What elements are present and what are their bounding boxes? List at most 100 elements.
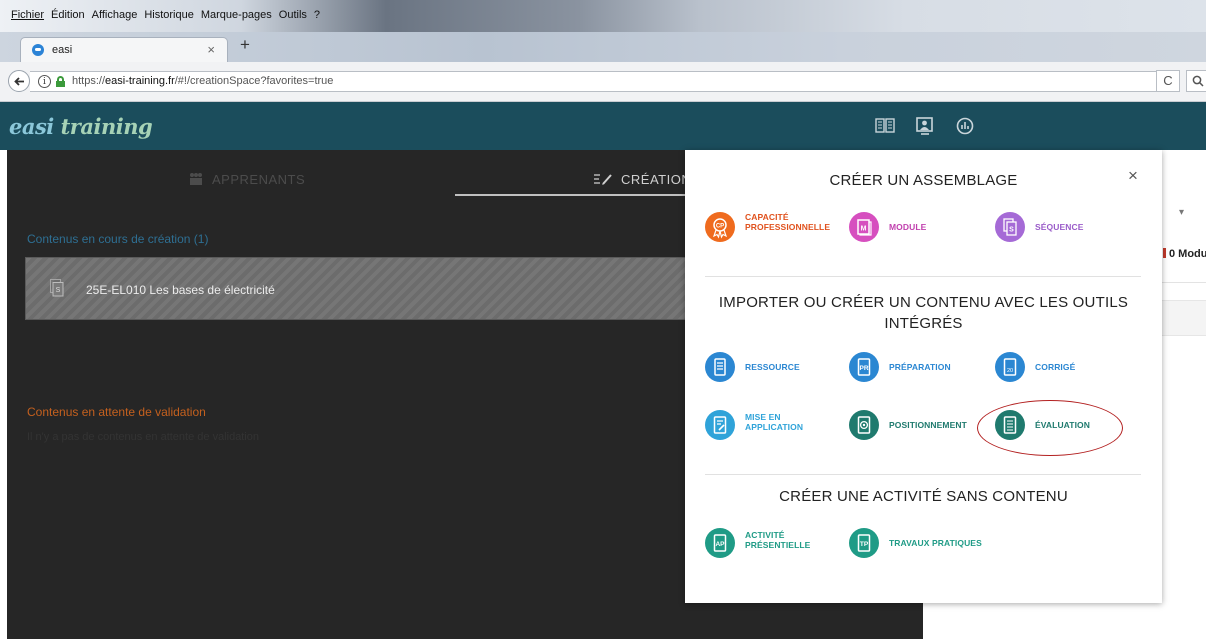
- tab-apprenants-label: APPRENANTS: [212, 172, 306, 187]
- option-corrige[interactable]: 20 CORRIGÉ: [995, 352, 1105, 384]
- capacite-label-line2: PROFESSIONNELLE: [745, 222, 831, 232]
- option-capacite-professionnelle[interactable]: CP CAPACITÉ PROFESSIONNELLE: [705, 212, 830, 244]
- ressource-label: RESSOURCE: [745, 362, 800, 372]
- option-ressource[interactable]: RESSOURCE: [705, 352, 815, 384]
- option-mise-en-application[interactable]: MISE EN APPLICATION: [705, 410, 815, 446]
- capacite-icon: CP: [705, 212, 735, 242]
- content-list-item[interactable]: S 25E-EL010 Les bases de électricité: [25, 257, 725, 320]
- contenu-title-line2: INTÉGRÉS: [884, 315, 963, 332]
- svg-text:S: S: [1009, 227, 1014, 234]
- option-positionnement[interactable]: POSITIONNEMENT: [849, 410, 979, 442]
- option-sequence[interactable]: S SÉQUENCE: [995, 212, 1105, 244]
- menu-historique[interactable]: Historique: [144, 9, 194, 21]
- create-modal: × CRÉER UN ASSEMBLAGE CP CAPACITÉ PROFESS…: [685, 150, 1162, 603]
- tab-close-icon[interactable]: ×: [207, 42, 215, 57]
- module-count: 0 Modu: [1163, 248, 1206, 260]
- assemblage-title: CRÉER UN ASSEMBLAGE: [829, 172, 1018, 189]
- modal-divider: [705, 474, 1141, 475]
- positionnement-label: POSITIONNEMENT: [889, 420, 967, 430]
- option-activite-presentielle[interactable]: AP ACTIVITÉ PRÉSENTIELLE: [705, 528, 815, 564]
- mise-en-application-icon: [705, 410, 735, 440]
- url-bar[interactable]: i https://easi-training.fr/#!/creationSp…: [30, 71, 1180, 92]
- back-button[interactable]: [8, 70, 30, 92]
- mise-en-application-label: MISE EN APPLICATION: [745, 412, 803, 432]
- menu-bar: Fichier Édition Affichage Historique Mar…: [0, 0, 1206, 32]
- activite-presentielle-line1: ACTIVITÉ: [745, 530, 785, 540]
- option-travaux-pratiques[interactable]: TP TRAVAUX PRATIQUES: [849, 528, 989, 560]
- module-label: MODULE: [889, 222, 927, 232]
- corrige-label: CORRIGÉ: [1035, 362, 1076, 372]
- menu-help[interactable]: ?: [314, 9, 320, 21]
- capacite-label-line1: CAPACITÉ: [745, 212, 789, 222]
- evaluation-highlight-annotation: [977, 400, 1123, 456]
- new-tab-button[interactable]: +: [236, 36, 254, 55]
- mise-en-application-line1: MISE EN: [745, 412, 781, 422]
- module-count-label: 0 Modu: [1169, 248, 1206, 260]
- svg-text:CP: CP: [716, 224, 724, 230]
- stats-icon[interactable]: [954, 116, 976, 136]
- back-arrow-icon: [14, 77, 24, 86]
- tab-strip: easi × +: [0, 32, 1206, 62]
- logo-part1: easi: [9, 114, 54, 139]
- active-tab-underline: [455, 194, 689, 196]
- in-progress-heading: Contenus en cours de création (1): [27, 232, 209, 246]
- contenu-title-line1: IMPORTER OU CRÉER UN CONTENU AVEC LES OU…: [718, 294, 1129, 311]
- tab-creation-label: CRÉATION: [621, 172, 692, 187]
- menu-affichage[interactable]: Affichage: [92, 9, 138, 21]
- svg-text:20: 20: [1007, 368, 1013, 374]
- positionnement-icon: [849, 410, 879, 440]
- svg-text:S: S: [56, 287, 61, 294]
- svg-text:PR: PR: [859, 365, 868, 372]
- book-icon[interactable]: [874, 116, 896, 136]
- menu-fichier-label: Fichier: [11, 9, 45, 21]
- presenter-icon[interactable]: [914, 116, 936, 136]
- modal-divider: [705, 276, 1141, 277]
- menu-fichier[interactable]: Fichier: [11, 9, 44, 21]
- easi-training-logo[interactable]: easi training: [9, 114, 153, 139]
- easi-favicon-icon: [32, 44, 44, 56]
- url-prefix: https://: [72, 75, 106, 87]
- lock-icon: [56, 76, 65, 87]
- travaux-pratiques-icon: TP: [849, 528, 879, 558]
- pending-empty-message: Il n'y a pas de contenus en attente de v…: [27, 431, 260, 443]
- svg-text:AP: AP: [715, 541, 725, 548]
- preparation-label: PRÉPARATION: [889, 362, 951, 372]
- capacite-label: CAPACITÉ PROFESSIONNELLE: [745, 212, 830, 232]
- module-icon: M: [849, 212, 879, 242]
- sequence-option-icon: S: [995, 212, 1025, 242]
- sequence-icon: S: [50, 279, 64, 297]
- reload-button[interactable]: C: [1156, 70, 1180, 92]
- menu-outils[interactable]: Outils: [279, 9, 307, 21]
- logo-part2: training: [60, 114, 153, 139]
- contenu-title: IMPORTER OU CRÉER UN CONTENU AVEC LES OU…: [685, 292, 1162, 334]
- menu-marque-pages[interactable]: Marque-pages: [201, 9, 272, 21]
- sequence-label: SÉQUENCE: [1035, 222, 1084, 232]
- ressource-icon: [705, 352, 735, 382]
- info-icon[interactable]: i: [38, 75, 51, 88]
- search-icon: [1192, 75, 1204, 87]
- url-text: https://easi-training.fr/#!/creationSpac…: [72, 75, 333, 87]
- activite-title: CRÉER UNE ACTIVITÉ SANS CONTENU: [779, 488, 1068, 505]
- url-path: /#!/creationSpace?favorites=true: [174, 75, 334, 87]
- option-preparation[interactable]: PR PRÉPARATION: [849, 352, 969, 384]
- activite-presentielle-icon: AP: [705, 528, 735, 558]
- content-item-title: 25E-EL010 Les bases de électricité: [86, 283, 275, 297]
- pending-heading: Contenus en attente de validation: [27, 405, 206, 419]
- app-header: easi training: [0, 102, 1206, 150]
- option-module[interactable]: M MODULE: [849, 212, 959, 244]
- learners-icon: [188, 172, 204, 186]
- navigation-bar: i https://easi-training.fr/#!/creationSp…: [0, 62, 1206, 102]
- creation-edit-icon: [593, 172, 613, 186]
- tab-apprenants[interactable]: APPRENANTS: [188, 172, 305, 187]
- corrige-icon: 20: [995, 352, 1025, 382]
- preparation-icon: PR: [849, 352, 879, 382]
- tab-creation[interactable]: CRÉATION: [593, 172, 691, 187]
- browser-tab[interactable]: easi ×: [20, 37, 228, 62]
- svg-text:M: M: [861, 226, 867, 233]
- search-button[interactable]: [1186, 70, 1206, 92]
- chevron-down-icon[interactable]: ▾: [1179, 207, 1184, 218]
- menu-edition[interactable]: Édition: [51, 9, 85, 21]
- mise-en-application-line2: APPLICATION: [745, 422, 804, 432]
- svg-text:TP: TP: [860, 541, 869, 548]
- url-domain: easi-training.fr: [105, 75, 175, 87]
